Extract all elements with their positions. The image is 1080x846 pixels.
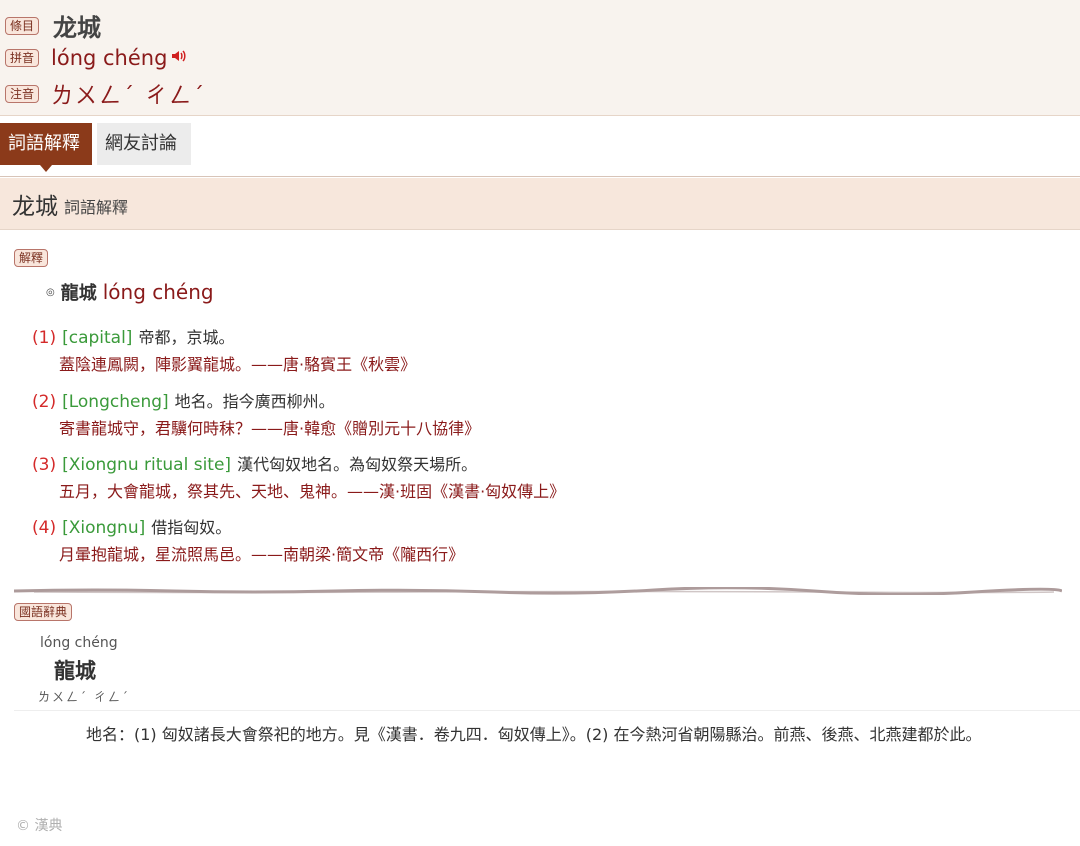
sense-item: (3) [Xiongnu ritual site] 漢代匈奴地名。為匈奴祭天場所… — [32, 454, 1072, 503]
sense-english: [Xiongnu ritual site] — [62, 455, 232, 475]
guoyu-pinyin: lóng chéng — [40, 635, 118, 651]
section-title-bar: 龙城 詞語解釋 — [0, 178, 1080, 230]
speaker-icon[interactable] — [171, 49, 187, 67]
tab-word-explanation[interactable]: 詞語解釋 — [0, 123, 92, 172]
copyright: © 漢典 — [16, 818, 63, 834]
headword-marker: ◎ — [46, 286, 55, 298]
sense-english: [capital] — [62, 328, 133, 348]
explanation-tag: 解釋 — [14, 249, 49, 267]
guoyu-rule — [14, 710, 1080, 711]
sense-number: (4) — [32, 518, 57, 538]
guoyu-definition: 地名：(1) 匈奴諸長大會祭祀的地方。見《漢書．卷九四．匈奴傳上》。(2) 在今… — [86, 725, 982, 744]
entry-title: 龙城 — [53, 14, 102, 42]
headword-traditional: 龍城 — [60, 283, 97, 304]
sense-item: (2) [Longcheng] 地名。指今廣西柳州。 寄書龍城守，君驥何時秣？—… — [32, 391, 1072, 440]
tab-user-discussion[interactable]: 網友討論 — [97, 123, 191, 165]
section-divider — [13, 580, 1063, 596]
sense-item: (1) [capital] 帝都，京城。 蓋陰連鳳闕，陣影翼龍城。——唐·駱賓王… — [32, 327, 1072, 376]
entry-tag: 條目 — [5, 16, 40, 35]
guoyu-word: 龍城 — [54, 659, 96, 683]
pinyin-tag: 拼音 — [5, 49, 40, 67]
sense-definition: 漢代匈奴地名。為匈奴祭天場所。 — [237, 455, 478, 474]
guoyu-dictionary-tag: 國語辭典 — [14, 603, 73, 621]
sense-english: [Longcheng] — [62, 392, 169, 412]
entry-pinyin: lóng chéng — [51, 46, 168, 70]
sense-number: (1) — [32, 328, 57, 348]
sense-number: (2) — [32, 392, 57, 412]
tab-bar: 詞語解釋 網友討論 — [0, 117, 1080, 177]
sense-item: (4) [Xiongnu] 借指匈奴。 月暈抱龍城，星流照馬邑。——南朝梁·簡文… — [32, 517, 1072, 566]
sense-quote: 蓋陰連鳳闕，陣影翼龍城。——唐·駱賓王《秋雲》 — [59, 355, 417, 374]
sense-quote: 寄書龍城守，君驥何時秣？——唐·韓愈《贈別元十八協律》 — [59, 419, 481, 438]
entry-title-row: 條目 龙城 — [5, 8, 101, 43]
zhuyin-tag: 注音 — [5, 85, 40, 103]
sense-english: [Xiongnu] — [62, 518, 146, 538]
zhuyin-row: 注音 ㄌㄨㄥˊ ㄔㄥˊ — [5, 78, 206, 110]
entry-zhuyin: ㄌㄨㄥˊ ㄔㄥˊ — [51, 84, 207, 109]
pinyin-row: 拼音 lóng chéng — [5, 46, 187, 70]
sense-definition: 借指匈奴。 — [151, 518, 232, 537]
headword: ◎ 龍城 lóng chéng — [46, 279, 214, 305]
sense-quote: 五月，大會龍城，祭其先、天地、鬼神。——漢·班固《漢書·匈奴傳上》 — [59, 482, 566, 501]
entry-header: 條目 龙城 拼音 lóng chéng 注音 ㄌㄨㄥˊ ㄔㄥˊ — [0, 0, 1080, 116]
section-subtitle: 詞語解釋 — [64, 197, 129, 217]
sense-definition: 地名。指今廣西柳州。 — [174, 392, 335, 411]
guoyu-zhuyin: ㄌㄨㄥˊ ㄔㄥˊ — [38, 690, 130, 704]
sense-definition: 帝都，京城。 — [138, 328, 235, 347]
headword-pinyin: lóng chéng — [102, 280, 214, 304]
sense-number: (3) — [32, 455, 57, 475]
sense-quote: 月暈抱龍城，星流照馬邑。——南朝梁·簡文帝《隴西行》 — [59, 545, 465, 564]
section-word: 龙城 — [12, 193, 58, 220]
